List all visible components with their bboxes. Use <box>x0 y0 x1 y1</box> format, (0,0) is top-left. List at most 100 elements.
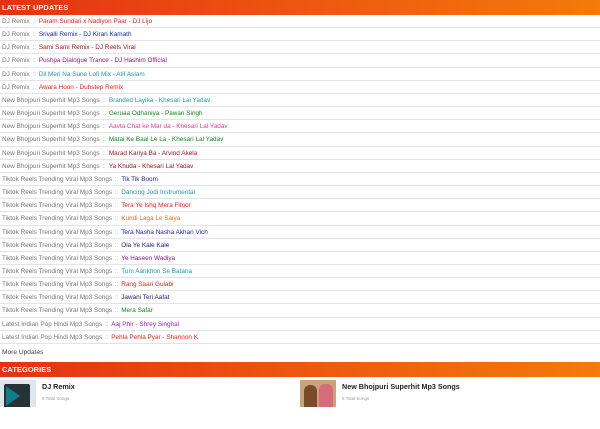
update-song-link[interactable]: Sami Sami Remix - DJ Reels Viral <box>39 44 136 51</box>
update-category[interactable]: Tiktok Reels Trending Viral Mp3 Songs <box>2 202 112 209</box>
update-song-link[interactable]: Rang Saari Gulabi <box>121 281 173 288</box>
update-song-link[interactable]: Ola Ye Kale Kale <box>121 242 169 249</box>
update-song-link[interactable]: Kundi Laga Le Saiya <box>121 215 180 222</box>
separator: :: <box>113 294 121 302</box>
separator: :: <box>100 162 108 170</box>
separator: :: <box>100 136 108 144</box>
update-category[interactable]: New Bhojpuri Superhit Mp3 Songs <box>2 123 100 130</box>
update-category[interactable]: New Bhojpuri Superhit Mp3 Songs <box>2 110 100 117</box>
update-category[interactable]: Tiktok Reels Trending Viral Mp3 Songs <box>2 229 112 236</box>
bhojpuri-thumbnail <box>300 379 336 407</box>
update-category[interactable]: Tiktok Reels Trending Viral Mp3 Songs <box>2 268 112 275</box>
update-category[interactable]: New Bhojpuri Superhit Mp3 Songs <box>2 136 100 143</box>
update-song-link[interactable]: Awara Hoon - Dubstep Remix <box>39 84 123 91</box>
update-category[interactable]: DJ Remix <box>2 44 30 51</box>
latest-updates-header: LATEST UPDATES <box>0 0 600 15</box>
separator: :: <box>113 202 121 210</box>
update-song-link[interactable]: Ya Khuda - Khesari Lal Yadav <box>109 163 194 170</box>
update-category[interactable]: Tiktok Reels Trending Viral Mp3 Songs <box>2 281 112 288</box>
update-row: Tiktok Reels Trending Viral Mp3 Songs ::… <box>0 186 600 200</box>
update-song-link[interactable]: Tum Aankhon Se Batana <box>121 268 192 275</box>
update-category[interactable]: Latest Indian Pop Hindi Mp3 Songs <box>2 321 102 328</box>
update-category[interactable]: Tiktok Reels Trending Viral Mp3 Songs <box>2 255 112 262</box>
update-category[interactable]: DJ Remix <box>2 31 30 38</box>
separator: :: <box>113 228 121 236</box>
update-category[interactable]: Tiktok Reels Trending Viral Mp3 Songs <box>2 189 112 196</box>
update-category[interactable]: Latest Indian Pop Hindi Mp3 Songs <box>2 334 102 341</box>
update-row: New Bhojpuri Superhit Mp3 Songs :: Gerua… <box>0 107 600 121</box>
update-song-link[interactable]: Geruaa Odhaniya - Pawan Singh <box>109 110 203 117</box>
category-name[interactable]: DJ Remix <box>42 382 75 391</box>
update-song-link[interactable]: Marad Kariya Ba - Arvind Akela <box>109 150 197 157</box>
update-row: New Bhojpuri Superhit Mp3 Songs :: Ya Kh… <box>0 160 600 173</box>
update-row: DJ Remix :: Sami Sami Remix - DJ Reels V… <box>0 41 600 55</box>
update-row: New Bhojpuri Superhit Mp3 Songs :: Brand… <box>0 94 600 108</box>
more-updates-link[interactable]: More Updates <box>0 344 600 362</box>
update-row: Tiktok Reels Trending Viral Mp3 Songs ::… <box>0 304 600 318</box>
separator: :: <box>113 254 121 262</box>
update-song-link[interactable]: Pehla Pehla Pyar - Shannon K <box>111 334 198 341</box>
update-row: Tiktok Reels Trending Viral Mp3 Songs ::… <box>0 291 600 305</box>
categories-header: CATEGORIES <box>0 361 600 377</box>
update-category[interactable]: DJ Remix <box>2 18 30 25</box>
update-row: Tiktok Reels Trending Viral Mp3 Songs ::… <box>0 252 600 265</box>
update-category[interactable]: DJ Remix <box>2 57 30 64</box>
update-category[interactable]: New Bhojpuri Superhit Mp3 Songs <box>2 97 100 104</box>
update-song-link[interactable]: Dil Meri Na Sune Lofi Mix - Atif Aslam <box>39 71 145 78</box>
update-song-link[interactable]: Aaj Phir - Shrey Singhal <box>111 321 179 328</box>
update-song-link[interactable]: Dancing Jodi Instrumental <box>121 189 195 196</box>
update-song-link[interactable]: Ye Haseen Wadiya <box>121 255 175 262</box>
update-row: New Bhojpuri Superhit Mp3 Songs :: Aavta… <box>0 120 600 134</box>
update-song-link[interactable]: Mera Safar <box>121 307 153 314</box>
update-row: Tiktok Reels Trending Viral Mp3 Songs ::… <box>0 199 600 213</box>
category-song-count: 6 Total Songs <box>42 395 70 401</box>
update-song-link[interactable]: Tera Ye Ishq Mera Fitoor <box>121 202 191 209</box>
update-category[interactable]: DJ Remix <box>2 84 30 91</box>
update-row: Tiktok Reels Trending Viral Mp3 Songs ::… <box>0 212 600 226</box>
separator: :: <box>113 175 121 183</box>
update-song-link[interactable]: Pushpa Dialogue Trance - DJ Hashim Offic… <box>39 57 167 64</box>
separator: :: <box>113 215 121 223</box>
separator: :: <box>100 110 108 118</box>
update-category[interactable]: New Bhojpuri Superhit Mp3 Songs <box>2 163 100 170</box>
update-row: New Bhojpuri Superhit Mp3 Songs :: Matai… <box>0 133 600 147</box>
categories-grid: DJ Remix 6 Total Songs New Bhojpuri Supe… <box>0 377 600 407</box>
update-row: DJ Remix :: Awara Hoon - Dubstep Remix <box>0 81 600 94</box>
separator: :: <box>30 44 38 52</box>
update-category[interactable]: DJ Remix <box>2 71 30 78</box>
update-category[interactable]: New Bhojpuri Superhit Mp3 Songs <box>2 150 100 157</box>
update-row: New Bhojpuri Superhit Mp3 Songs :: Marad… <box>0 147 600 160</box>
separator: :: <box>30 57 38 65</box>
category-name[interactable]: New Bhojpuri Superhit Mp3 Songs <box>342 382 460 391</box>
update-row: DJ Remix :: Srivalli Remix - DJ Kiran Ka… <box>0 28 600 42</box>
update-song-link[interactable]: Param Sundari x Nadiyon Paar - DJ Lijo <box>39 18 152 25</box>
separator: :: <box>100 149 108 157</box>
separator: :: <box>30 70 38 78</box>
update-category[interactable]: Tiktok Reels Trending Viral Mp3 Songs <box>2 176 112 183</box>
separator: :: <box>30 83 38 91</box>
update-category[interactable]: Tiktok Reels Trending Viral Mp3 Songs <box>2 215 112 222</box>
category-song-count: 6 Total Songs <box>342 395 370 401</box>
update-category[interactable]: Tiktok Reels Trending Viral Mp3 Songs <box>2 294 112 301</box>
update-song-link[interactable]: Matai Ke Baal Le La - Khesari Lal Yadav <box>109 136 224 143</box>
update-song-link[interactable]: Tik Tik Boom <box>121 176 158 183</box>
update-song-link[interactable]: Branded Layika - Khesari Lal Yadav <box>109 97 210 104</box>
update-row: DJ Remix :: Param Sundari x Nadiyon Paar… <box>0 15 600 29</box>
update-category[interactable]: Tiktok Reels Trending Viral Mp3 Songs <box>2 242 112 249</box>
update-song-link[interactable]: Aavta Chat ke Mar da - Khesari Lal Yadav <box>109 123 228 130</box>
update-row: Tiktok Reels Trending Viral Mp3 Songs ::… <box>0 278 600 292</box>
update-row: Tiktok Reels Trending Viral Mp3 Songs ::… <box>0 239 600 252</box>
update-row: Tiktok Reels Trending Viral Mp3 Songs ::… <box>0 265 600 279</box>
separator: :: <box>113 307 121 315</box>
separator: :: <box>103 333 111 341</box>
update-row: Latest Indian Pop Hindi Mp3 Songs :: Aaj… <box>0 318 600 331</box>
update-category[interactable]: Tiktok Reels Trending Viral Mp3 Songs <box>2 307 112 314</box>
update-song-link[interactable]: Tera Nasha Nasha Akhan Vich <box>121 229 208 236</box>
update-song-link[interactable]: Srivalli Remix - DJ Kiran Kamath <box>39 31 132 38</box>
separator: :: <box>113 281 121 289</box>
category-card-dj-remix[interactable]: DJ Remix 6 Total Songs <box>0 377 300 407</box>
category-card-bhojpuri[interactable]: New Bhojpuri Superhit Mp3 Songs 6 Total … <box>300 377 600 407</box>
update-song-link[interactable]: Jawani Teri Aafat <box>121 294 169 301</box>
dj-remix-thumbnail <box>0 379 36 407</box>
separator: :: <box>103 320 111 328</box>
